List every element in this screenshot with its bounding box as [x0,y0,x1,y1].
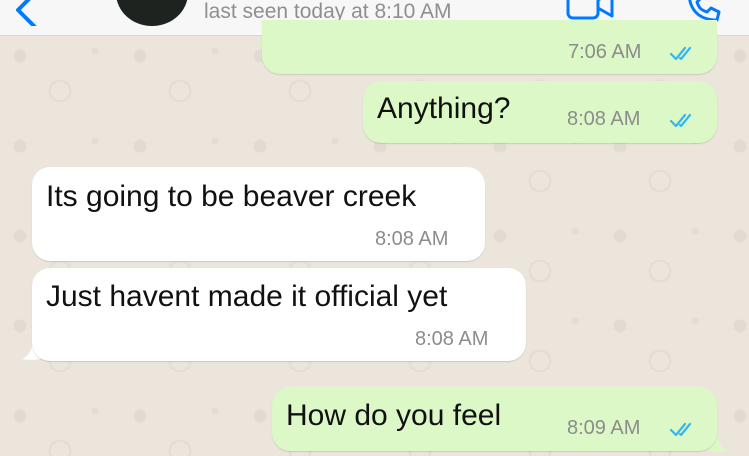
message-time: 8:08 AM [415,328,489,350]
read-receipt-icon [670,46,692,61]
video-call-icon[interactable] [566,0,616,22]
avatar[interactable] [116,0,188,26]
message-text: Anything? [377,92,511,125]
message-bubble-incoming[interactable]: Its going to be beaver creek 8:08 AM [32,167,485,261]
read-receipt-icon [670,422,692,437]
message-text: Its going to be beaver creek [46,180,417,213]
message-time: 8:08 AM [567,108,641,130]
message-time: 8:09 AM [567,417,641,439]
message-bubble-incoming[interactable]: Just havent made it official yet 8:08 AM [32,268,526,361]
message-bubble-outgoing[interactable]: Anything? 8:08 AM [363,81,717,143]
message-bubble-outgoing[interactable]: 7:06 AM [262,20,717,74]
message-bubble-outgoing[interactable]: How do you feel 8:09 AM [272,387,717,451]
message-text: How do you feel [286,399,502,432]
message-time: 7:06 AM [568,41,642,63]
message-text: Just havent made it official yet [46,280,448,313]
read-receipt-icon [670,113,692,128]
message-time: 8:08 AM [375,228,449,250]
back-chevron-icon[interactable] [6,0,46,26]
